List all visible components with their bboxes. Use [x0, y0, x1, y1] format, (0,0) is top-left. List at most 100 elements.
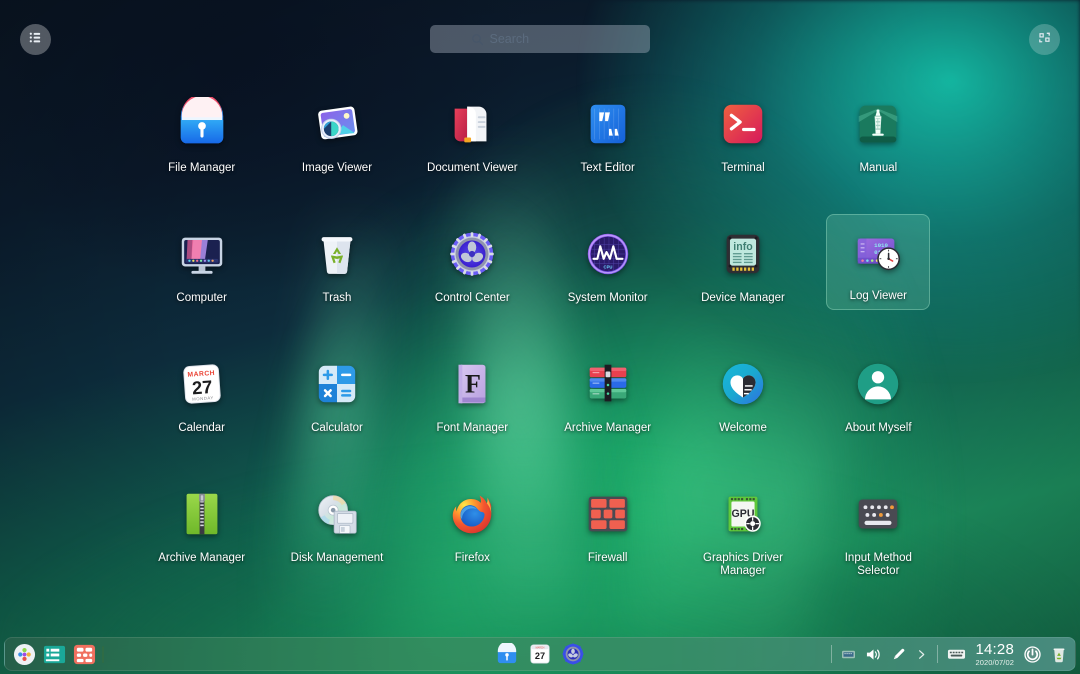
app-label: Disk Management	[291, 552, 384, 565]
clock-date: 2020/07/02	[975, 659, 1014, 667]
input-method-icon	[850, 486, 906, 542]
app-calculator[interactable]: Calculator	[285, 348, 389, 478]
taskbar-left-group	[5, 642, 104, 666]
power-icon[interactable]	[1023, 645, 1042, 664]
app-label: Calendar	[178, 422, 225, 435]
manual-icon	[850, 96, 906, 152]
svg-text:CPU: CPU	[603, 264, 612, 269]
text-editor-icon	[580, 96, 636, 152]
calculator-icon	[309, 356, 365, 412]
app-manual[interactable]: Manual	[826, 88, 930, 218]
app-label: Control Center	[435, 292, 510, 305]
computer-icon	[174, 226, 230, 282]
search-input[interactable]	[490, 32, 610, 46]
terminal-icon	[715, 96, 771, 152]
category-view-button[interactable]	[20, 24, 51, 55]
app-calendar[interactable]: MARCH 27 MONDAY Calendar	[150, 348, 254, 478]
app-welcome[interactable]: Welcome	[691, 348, 795, 478]
file-manager-icon	[174, 96, 230, 152]
app-label: Font Manager	[437, 422, 509, 435]
app-system-monitor[interactable]: CPU System Monitor	[556, 218, 660, 348]
tray-separator-right	[937, 645, 938, 663]
brightness-pen-icon[interactable]	[891, 647, 906, 662]
app-label: Archive Manager	[564, 422, 651, 435]
svg-text:F: F	[465, 370, 481, 399]
calendar-icon: MARCH 27 MONDAY	[174, 356, 230, 412]
search-box[interactable]	[430, 25, 650, 53]
keyboard-icon[interactable]	[947, 647, 966, 661]
list-view-icon	[28, 30, 43, 50]
app-label: Firewall	[588, 552, 628, 565]
power-button[interactable]	[1029, 24, 1060, 55]
app-disk-management[interactable]: Disk Management	[285, 478, 389, 608]
tray-separator-left	[831, 645, 832, 663]
svg-text:27: 27	[535, 651, 545, 661]
application-grid: File Manager	[134, 88, 946, 628]
archive-zip-icon	[174, 486, 230, 542]
document-viewer-icon	[444, 96, 500, 152]
app-label: About Myself	[845, 422, 911, 435]
app-firefox[interactable]: Firefox	[420, 478, 524, 608]
firefox-icon	[444, 486, 500, 542]
app-label: Input Method Selector	[826, 552, 930, 578]
app-input-method-selector[interactable]: Input Method Selector	[826, 478, 930, 608]
app-log-viewer[interactable]: 1010 0110	[826, 214, 930, 310]
app-text-editor[interactable]: Text Editor	[556, 88, 660, 218]
app-label: Archive Manager	[158, 552, 245, 565]
firewall-icon	[580, 486, 636, 542]
log-viewer-icon: 1010 0110	[850, 224, 906, 280]
dock-app-calculator[interactable]	[72, 642, 96, 666]
taskbar-center-group: MARCH 27	[495, 642, 585, 666]
chevron-right-icon[interactable]	[915, 648, 928, 661]
app-label: System Monitor	[568, 292, 648, 305]
app-label: Image Viewer	[302, 162, 372, 175]
font-manager-icon: F	[444, 356, 500, 412]
dock-app-calendar[interactable]: MARCH 27	[528, 642, 552, 666]
dock-app-terminal[interactable]	[42, 642, 66, 666]
archive-manager-icon	[580, 356, 636, 412]
clock-time: 14:28	[975, 642, 1014, 657]
app-image-viewer[interactable]: Image Viewer	[285, 88, 389, 218]
app-firewall[interactable]: Firewall	[556, 478, 660, 608]
app-label: Manual	[859, 162, 897, 175]
dock-app-file-manager[interactable]	[495, 642, 519, 666]
app-label: Computer	[176, 292, 227, 305]
app-graphics-driver-manager[interactable]: GPU	[691, 478, 795, 608]
app-terminal[interactable]: Terminal	[691, 88, 795, 218]
launcher-topbar	[0, 0, 1080, 78]
app-archive-manager[interactable]: Archive Manager	[556, 348, 660, 478]
app-computer[interactable]: Computer	[150, 218, 254, 348]
desktop: File Manager	[0, 0, 1080, 674]
app-label: Text Editor	[580, 162, 634, 175]
app-about-myself[interactable]: About Myself	[826, 348, 930, 478]
running-indicator	[102, 646, 104, 663]
trash-icon[interactable]	[1051, 646, 1067, 663]
app-device-manager[interactable]: info	[691, 218, 795, 348]
about-myself-icon	[850, 356, 906, 412]
clock[interactable]: 14:28 2020/07/02	[975, 642, 1014, 667]
disk-management-icon	[309, 486, 365, 542]
launcher-button[interactable]	[12, 642, 36, 666]
trash-icon	[309, 226, 365, 282]
app-control-center[interactable]: Control Center	[420, 218, 524, 348]
app-font-manager[interactable]: F Font Manager	[420, 348, 524, 478]
app-label: Trash	[322, 292, 351, 305]
app-label: Calculator	[311, 422, 363, 435]
system-monitor-icon: CPU	[580, 226, 636, 282]
taskbar: MARCH 27	[4, 637, 1076, 671]
device-manager-icon: info	[715, 226, 771, 282]
app-label: Welcome	[719, 422, 767, 435]
app-trash[interactable]: Trash	[285, 218, 389, 348]
svg-text:MARCH: MARCH	[536, 646, 545, 649]
app-file-manager[interactable]: File Manager	[150, 88, 254, 218]
taskbar-tray: 14:28 2020/07/02	[831, 642, 1075, 667]
app-archive-zip[interactable]: Archive Manager	[150, 478, 254, 608]
app-document-viewer[interactable]: Document Viewer	[420, 88, 524, 218]
app-label: Graphics Driver Manager	[691, 552, 795, 578]
app-label: Log Viewer	[850, 290, 907, 303]
network-icon[interactable]	[841, 648, 856, 661]
control-center-icon	[444, 226, 500, 282]
image-viewer-icon	[309, 96, 365, 152]
volume-icon[interactable]	[865, 647, 882, 662]
dock-app-control-center[interactable]	[561, 642, 585, 666]
